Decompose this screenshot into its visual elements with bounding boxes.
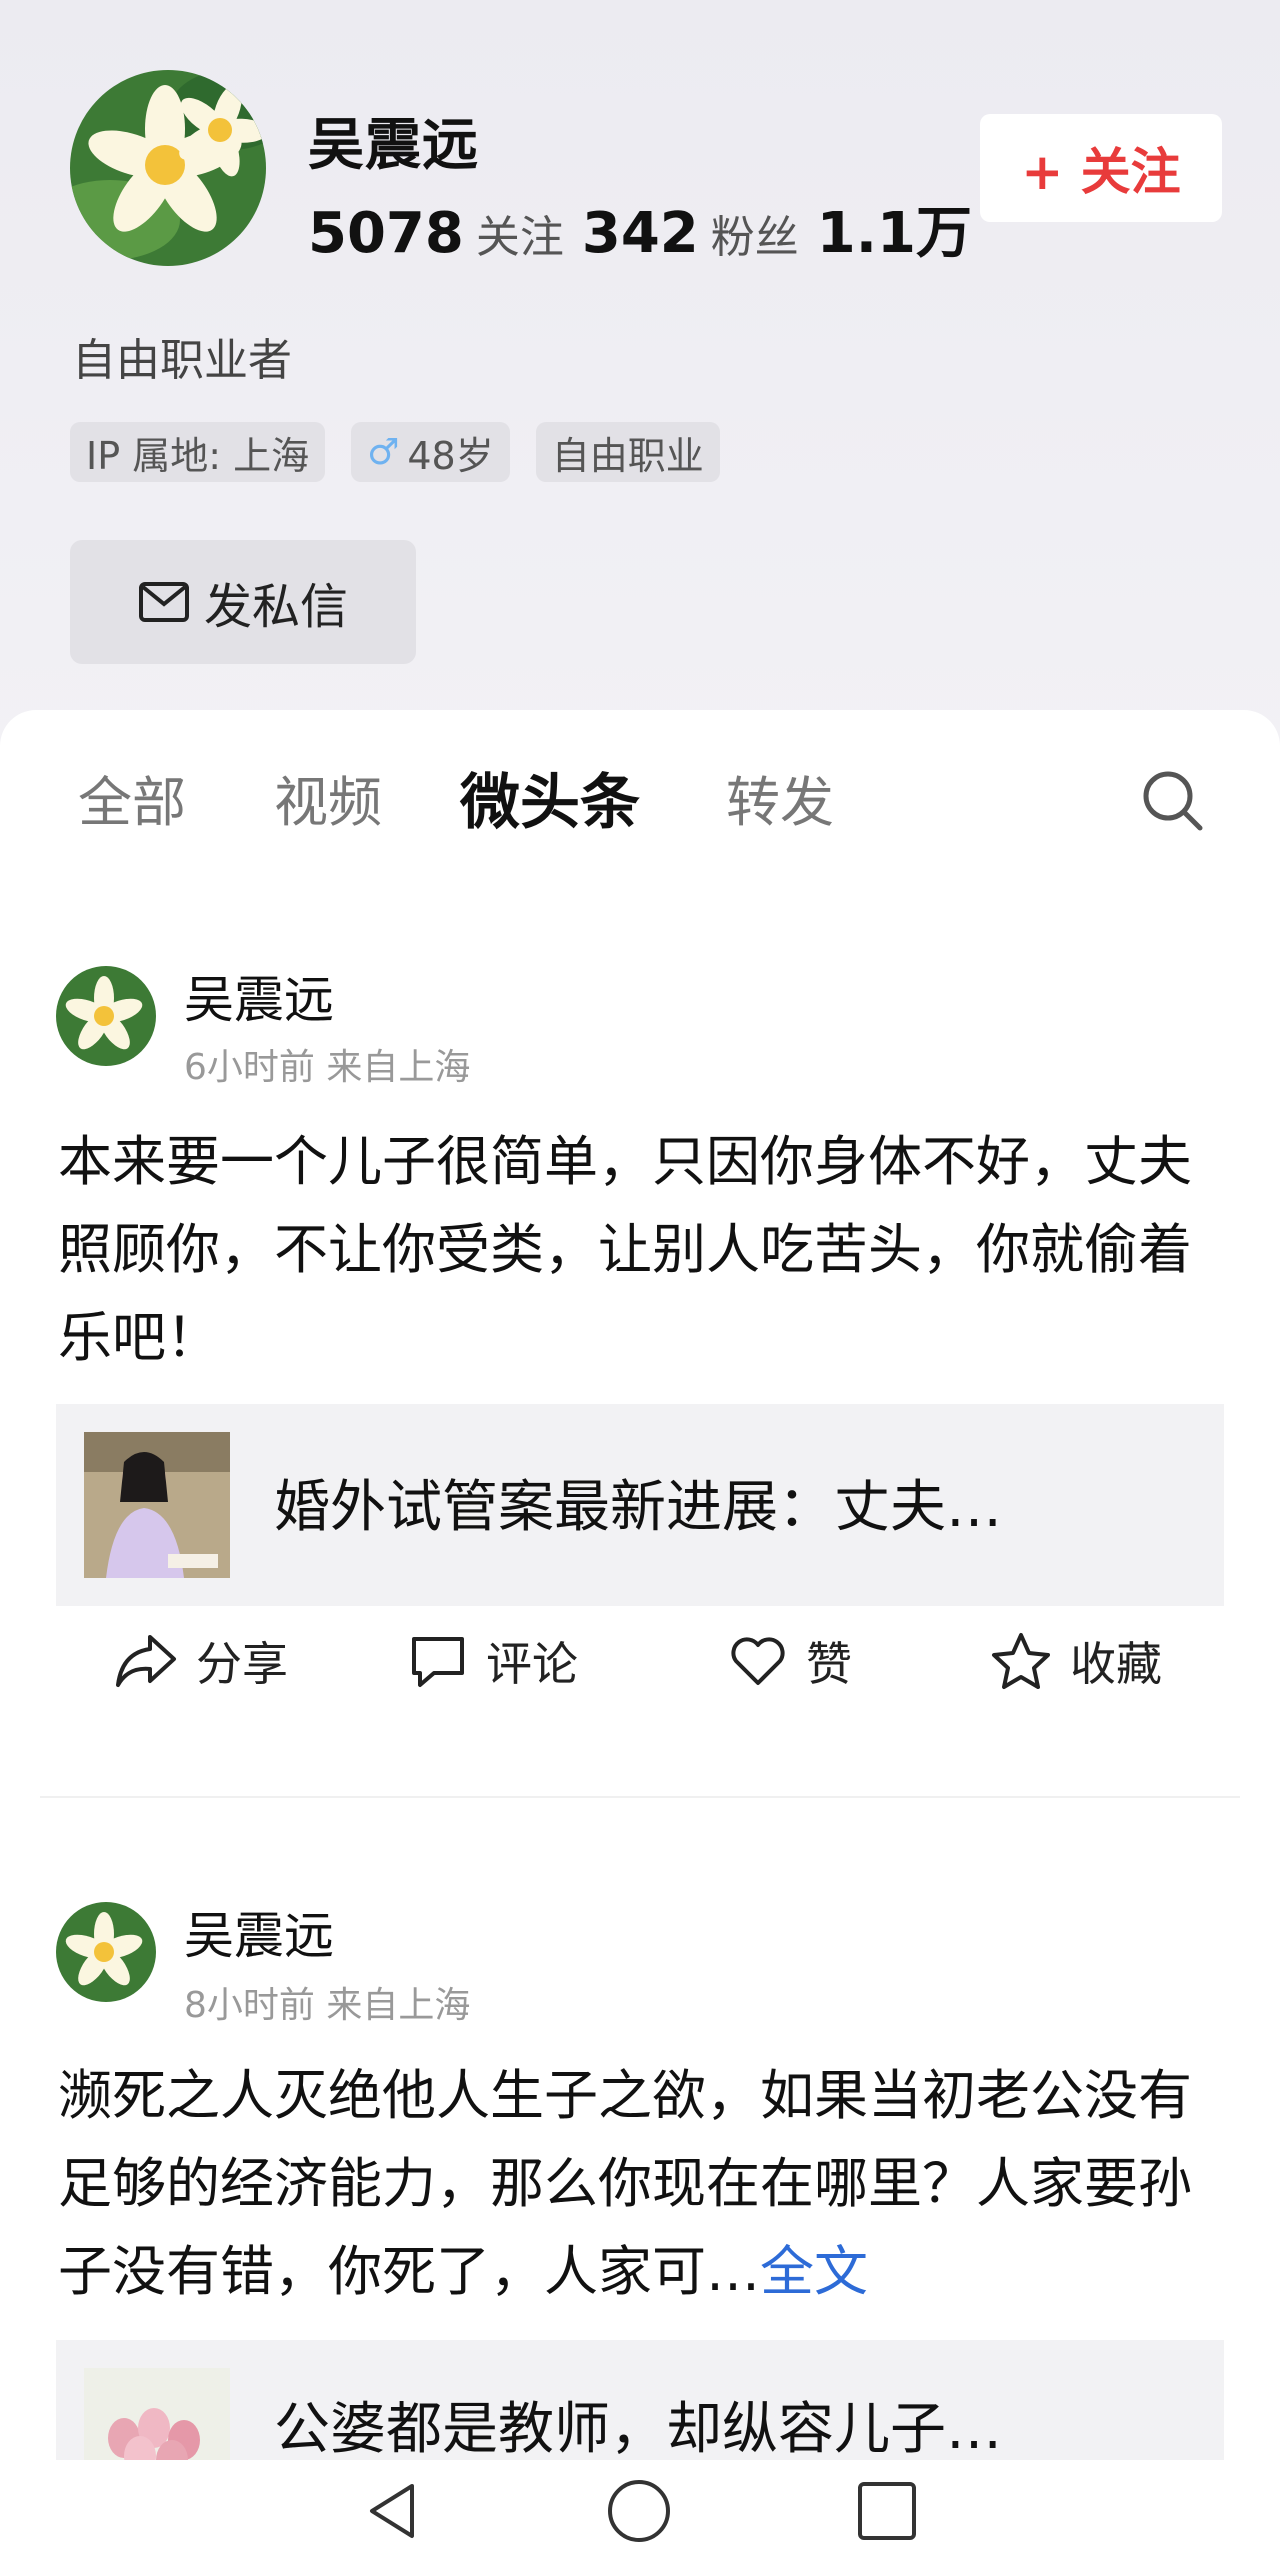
article-thumbnail (84, 1432, 230, 1578)
comment-label: 评论 (486, 1637, 578, 1691)
age-text: 48岁 (407, 433, 494, 478)
share-icon (116, 1635, 176, 1687)
like-button[interactable]: 赞 (728, 1628, 852, 1694)
back-icon[interactable] (360, 2478, 426, 2544)
linked-article-card[interactable]: 公婆都是教师，却纵容儿子… (56, 2340, 1224, 2460)
male-icon: ♂ (367, 431, 400, 473)
article-title: 婚外试管案最新进展：丈夫… (274, 1475, 1002, 1540)
post-author-avatar[interactable] (56, 1902, 156, 2002)
post-divider (40, 1796, 1240, 1798)
occupation-tag: 自由职业 (535, 422, 720, 482)
followers-label[interactable]: 粉丝 (711, 201, 799, 258)
post-meta: 6小时前 来自上海 (184, 1047, 471, 1088)
profile-bio: 自由职业者 (72, 335, 292, 386)
system-navigation-bar (0, 2460, 1280, 2563)
favorite-label: 收藏 (1070, 1637, 1162, 1691)
post-body[interactable]: 本来要一个儿子很简单，只因你身体不好，丈夫照顾你，不让你受类，让别人吃苦头，你就… (58, 1118, 1238, 1382)
profile-stats: 5078 关注 342 粉丝 1.1万 获赞 (308, 188, 970, 258)
heart-icon (731, 1637, 785, 1685)
content-tabs: 全部 视频 微头条 转发 (0, 758, 1280, 848)
favorite-button[interactable]: 收藏 (990, 1628, 1162, 1694)
search-icon[interactable] (1140, 768, 1206, 834)
article-thumbnail (84, 2368, 230, 2460)
mail-icon (138, 582, 189, 622)
tab-reposts[interactable]: 转发 (726, 758, 834, 837)
following-label[interactable]: 关注 (476, 201, 564, 258)
message-button-label: 发私信 (203, 579, 348, 635)
ip-location-text: IP 属地: 上海 (86, 433, 310, 478)
comment-icon (412, 1637, 464, 1687)
followers-count[interactable]: 342 (582, 201, 699, 258)
article-title: 公婆都是教师，却纵容儿子… (274, 2397, 1002, 2460)
profile-avatar[interactable] (70, 70, 266, 266)
post-meta: 8小时前 来自上海 (184, 1985, 471, 2026)
share-button[interactable]: 分享 (114, 1628, 288, 1694)
like-label: 赞 (806, 1637, 852, 1691)
post-body[interactable]: 濒死之人灭绝他人生子之欲，如果当初老公没有足够的经济能力，那么你现在在哪里？人家… (58, 2052, 1238, 2316)
tab-micro-posts[interactable]: 微头条 (460, 754, 640, 841)
home-icon[interactable] (606, 2478, 672, 2544)
follow-button[interactable]: + 关注 (980, 114, 1222, 222)
post-author-name[interactable]: 吴震远 (184, 1896, 334, 1968)
read-more-link[interactable]: 全文 (760, 2240, 868, 2303)
post-author-avatar[interactable] (56, 966, 156, 1066)
profile-name: 吴震远 (308, 113, 479, 178)
comment-button[interactable]: 评论 (408, 1628, 578, 1694)
recents-icon[interactable] (856, 2478, 918, 2544)
ip-location-tag: IP 属地: 上海 (70, 422, 326, 482)
post-body-text: 濒死之人灭绝他人生子之欲，如果当初老公没有足够的经济能力，那么你现在在哪里？人家… (58, 2064, 1192, 2303)
tab-videos[interactable]: 视频 (274, 758, 382, 837)
occupation-text: 自由职业 (551, 433, 704, 478)
share-label: 分享 (196, 1637, 288, 1691)
message-button[interactable]: 发私信 (70, 540, 416, 664)
star-icon (992, 1633, 1050, 1689)
tab-all[interactable]: 全部 (78, 758, 186, 837)
post-author-name[interactable]: 吴震远 (184, 960, 334, 1032)
likes-count[interactable]: 1.1万 (817, 188, 970, 258)
post-actions: 分享 评论 赞 收藏 (0, 1628, 1280, 1708)
profile-tags: IP 属地: 上海 ♂ 48岁 自由职业 (70, 422, 720, 482)
age-tag: ♂ 48岁 (351, 422, 510, 482)
linked-article-card[interactable]: 婚外试管案最新进展：丈夫… (56, 1404, 1224, 1606)
following-count[interactable]: 5078 (308, 201, 464, 258)
